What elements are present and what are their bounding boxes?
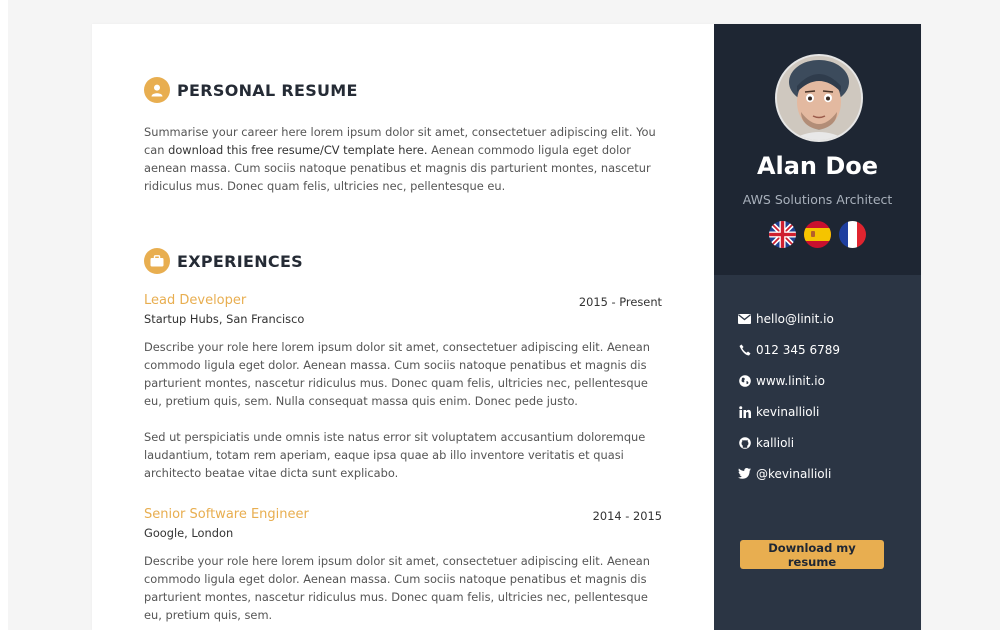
linkedin-icon	[738, 405, 751, 418]
globe-icon	[738, 374, 751, 387]
section-title: EXPERIENCES	[177, 251, 304, 271]
contact-label: kevinallioli	[756, 404, 820, 419]
twitter-icon	[738, 467, 751, 480]
contact-label: 012 345 6789	[756, 342, 840, 357]
uk-flag-icon[interactable]	[769, 221, 796, 248]
contact-label: kallioli	[756, 435, 795, 450]
briefcase-icon	[144, 248, 170, 274]
job-company: Google, London	[144, 526, 234, 540]
contact-email[interactable]: hello@linit.io	[738, 303, 840, 334]
phone-icon	[738, 343, 751, 356]
section-title: PERSONAL RESUME	[177, 80, 358, 100]
sidebar: Alan Doe AWS Solutions Architect hello@l…	[714, 24, 921, 630]
job-date: 2014 - 2015	[592, 509, 662, 523]
contact-twitter[interactable]: @kevinallioli	[738, 458, 840, 489]
job-title: Lead Developer	[144, 293, 247, 308]
contact-phone[interactable]: 012 345 6789	[738, 334, 840, 365]
github-icon	[738, 436, 751, 449]
contact-website[interactable]: www.linit.io	[738, 365, 840, 396]
main-column: PERSONAL RESUME Summarise your career he…	[92, 24, 714, 630]
contact-list: hello@linit.io 012 345 6789 www.linit.io…	[738, 303, 840, 489]
contact-label: @kevinallioli	[756, 466, 832, 481]
download-resume-button[interactable]: Download my resume	[740, 540, 884, 569]
contact-linkedin[interactable]: kevinallioli	[738, 396, 840, 427]
profile-name: Alan Doe	[756, 152, 879, 180]
job-description: Describe your role here lorem ipsum dolo…	[144, 340, 650, 408]
contact-github[interactable]: kallioli	[738, 427, 840, 458]
avatar	[775, 54, 863, 142]
personal-resume-header: PERSONAL RESUME	[144, 77, 358, 103]
user-icon	[144, 77, 170, 103]
summary-link[interactable]: download this free resume/CV template he…	[168, 143, 427, 157]
language-flags	[769, 221, 866, 248]
resume-card: PERSONAL RESUME Summarise your career he…	[92, 24, 921, 630]
contact-label: www.linit.io	[756, 373, 825, 388]
spain-flag-icon[interactable]	[804, 221, 831, 248]
contact-label: hello@linit.io	[756, 311, 834, 326]
experiences-header: EXPERIENCES	[144, 248, 303, 274]
summary-text: Summarise your career here lorem ipsum d…	[144, 123, 664, 195]
job-title: Senior Software Engineer	[144, 507, 309, 522]
profile-header: Alan Doe AWS Solutions Architect	[714, 24, 921, 275]
job-description: Describe your role here lorem ipsum dolo…	[144, 554, 650, 622]
job-company: Startup Hubs, San Francisco	[144, 312, 305, 326]
job-description: Sed ut perspiciatis unde omnis iste natu…	[144, 430, 646, 480]
envelope-icon	[738, 312, 751, 325]
france-flag-icon[interactable]	[839, 221, 866, 248]
job-date: 2015 - Present	[578, 295, 662, 309]
page-left-strip	[0, 0, 8, 630]
profile-role: AWS Solutions Architect	[742, 192, 893, 207]
